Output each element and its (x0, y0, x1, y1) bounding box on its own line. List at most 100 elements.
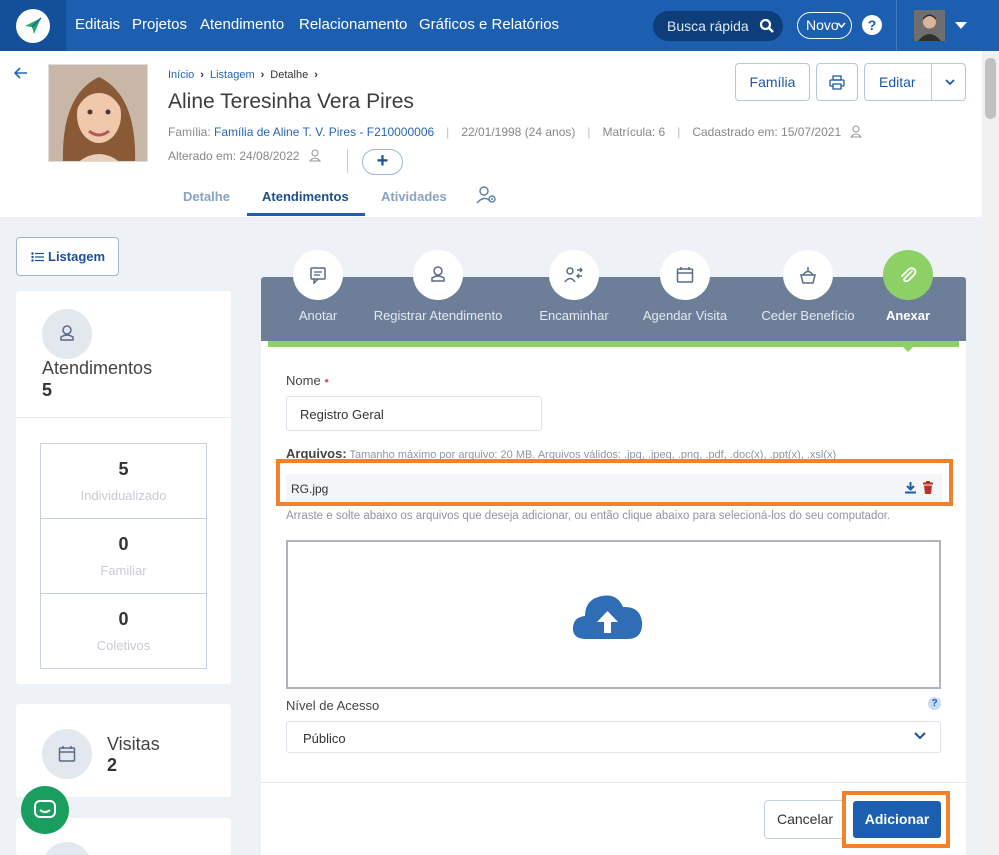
action-agendar-visita[interactable]: Agendar Visita (643, 308, 727, 323)
stat-coletivos[interactable]: 0 Coletivos (40, 593, 207, 669)
help-icon[interactable]: ? (862, 15, 882, 35)
stat-label: Familiar (100, 563, 147, 578)
quick-search-label: Busca rápida (667, 18, 749, 34)
action-encaminhar[interactable]: Encaminhar (539, 308, 608, 323)
calendar-icon (42, 729, 92, 779)
person-header: Início › Listagem › Detalhe › Aline Teresinha… (0, 51, 982, 217)
list-icon (31, 252, 44, 262)
nivel-acesso-select[interactable]: Público (286, 721, 941, 753)
breadcrumb: Início › Listagem › Detalhe › (168, 69, 318, 81)
listagem-button[interactable]: Listagem (16, 237, 119, 276)
person-meta-line1: Família: Família de Aline T. V. Pires - … (168, 125, 863, 139)
breadcrumb-detalhe: Detalhe (270, 69, 309, 81)
nav-projetos[interactable]: Projetos (132, 16, 187, 33)
ceder-beneficio-icon[interactable] (783, 250, 833, 300)
atendimento-icon (42, 309, 92, 359)
tab-detalhe[interactable]: Detalhe (183, 189, 230, 204)
cadastrado-em: Cadastrado em: 15/07/2021 (692, 125, 842, 139)
stat-individualizado[interactable]: 5 Individualizado (40, 443, 207, 519)
download-icon[interactable] (904, 481, 917, 494)
nivel-acesso-label: Nível de Acesso (286, 698, 380, 713)
breadcrumb-listagem[interactable]: Listagem (210, 69, 255, 81)
active-action-bar (268, 341, 959, 347)
search-icon (759, 18, 775, 34)
form-footer-divider (261, 782, 966, 783)
person-name: Aline Teresinha Vera Pires (168, 90, 414, 113)
help-icon[interactable]: ? (928, 697, 941, 710)
quick-search[interactable]: Busca rápida (653, 11, 783, 41)
agendar-visita-icon[interactable] (660, 250, 710, 300)
action-anotar[interactable]: Anotar (299, 308, 337, 323)
nome-label-text: Nome (286, 373, 321, 388)
printer-icon (829, 75, 845, 90)
matricula: Matrícula: 6 (602, 125, 666, 139)
scrollbar-thumb[interactable] (985, 58, 996, 119)
user-avatar[interactable] (914, 10, 945, 41)
button-divider (931, 64, 932, 100)
listagem-label: Listagem (48, 249, 106, 264)
stat-value: 5 (118, 459, 129, 479)
stat-label: Coletivos (96, 638, 151, 653)
trash-icon[interactable] (922, 481, 934, 494)
nav-editais[interactable]: Editais (75, 16, 120, 33)
visitas-count: 2 (107, 755, 118, 775)
user-icon[interactable] (308, 149, 321, 162)
cancel-button[interactable]: Cancelar (764, 800, 846, 839)
paperclip-icon[interactable] (883, 250, 933, 300)
nav-relacionamento[interactable]: Relacionamento (299, 16, 407, 33)
action-anexar[interactable]: Anexar (886, 308, 930, 323)
nome-label: Nome • (286, 373, 329, 388)
adicionar-button[interactable]: Adicionar (853, 801, 941, 838)
file-name: RG.jpg (291, 482, 329, 496)
tab-atendimentos[interactable]: Atendimentos (262, 189, 349, 204)
chevron-down-icon[interactable] (945, 79, 955, 86)
action-bar (261, 277, 966, 341)
print-button[interactable] (816, 63, 858, 101)
nivel-acesso-value: Público (303, 731, 346, 746)
person-photo (48, 64, 148, 162)
alterado-em: Alterado em: 24/08/2022 (168, 149, 300, 163)
chevron-down-icon (837, 22, 846, 29)
stat-label: Individualizado (80, 488, 167, 503)
scrollbar[interactable] (982, 51, 999, 855)
encaminhar-icon[interactable] (549, 250, 599, 300)
required-marker: • (324, 373, 329, 388)
chevron-down-icon (914, 732, 926, 740)
meta-divider (347, 149, 348, 173)
familia-button[interactable]: Família (735, 63, 810, 101)
chat-icon[interactable] (21, 786, 69, 834)
back-arrow-icon[interactable] (14, 67, 28, 79)
active-tab-indicator (247, 213, 365, 216)
breadcrumb-inicio[interactable]: Início (168, 69, 194, 81)
stat-value: 0 (118, 534, 129, 554)
nav-atendimento[interactable]: Atendimento (200, 16, 284, 33)
nome-input[interactable]: Registro Geral (286, 396, 542, 431)
file-item: RG.jpg (286, 474, 942, 502)
nav-graficos-relatorios[interactable]: Gráficos e Relatórios (419, 16, 559, 33)
anotar-icon[interactable] (293, 250, 343, 300)
stat-familiar[interactable]: 0 Familiar (40, 518, 207, 594)
atendimentos-count: 5 (42, 380, 53, 400)
file-dropzone[interactable] (286, 540, 941, 689)
birth-date: 22/01/1998 (24 anos) (461, 125, 576, 139)
drop-hint: Arraste e solte abaixo os arquivos que d… (286, 510, 891, 522)
action-registrar-atendimento[interactable]: Registrar Atendimento (374, 308, 503, 323)
add-button[interactable]: + (362, 149, 403, 175)
person-meta-line2: Alterado em: 24/08/2022 (168, 149, 321, 163)
user-icon[interactable] (850, 125, 863, 138)
user-menu-caret-icon[interactable] (955, 22, 967, 29)
tab-atividades[interactable]: Atividades (381, 189, 447, 204)
familia-link[interactable]: Família de Aline T. V. Pires - F21000000… (214, 125, 434, 139)
novo-button[interactable]: Novo (797, 12, 852, 39)
top-navbar: Editais Projetos Atendimento Relacioname… (0, 0, 999, 51)
novo-label: Novo (806, 17, 839, 33)
editar-label: Editar (879, 74, 916, 90)
action-ceder-beneficio[interactable]: Ceder Benefício (761, 308, 854, 323)
logo-area[interactable] (0, 0, 66, 51)
registrar-atendimento-icon[interactable] (413, 250, 463, 300)
atendimentos-title: Atendimentos (42, 358, 153, 378)
editar-button[interactable]: Editar (864, 63, 966, 101)
user-settings-icon[interactable] (476, 186, 498, 204)
active-action-pointer (902, 346, 914, 352)
app-logo-icon[interactable] (16, 9, 50, 43)
